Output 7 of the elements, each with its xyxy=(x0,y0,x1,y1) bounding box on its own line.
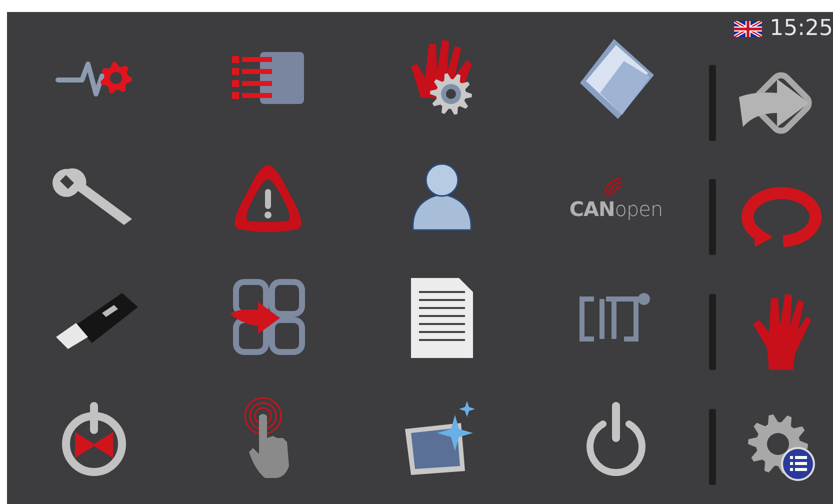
document-icon[interactable] xyxy=(409,276,475,360)
clock-time: 15:25 xyxy=(770,16,833,42)
grid-arrow-icon[interactable] xyxy=(228,278,308,358)
list-icon[interactable] xyxy=(230,50,306,106)
canopen-button[interactable]: CANopen xyxy=(569,175,663,221)
gear-list-icon[interactable] xyxy=(746,412,816,482)
uk-flag-icon xyxy=(734,20,762,37)
